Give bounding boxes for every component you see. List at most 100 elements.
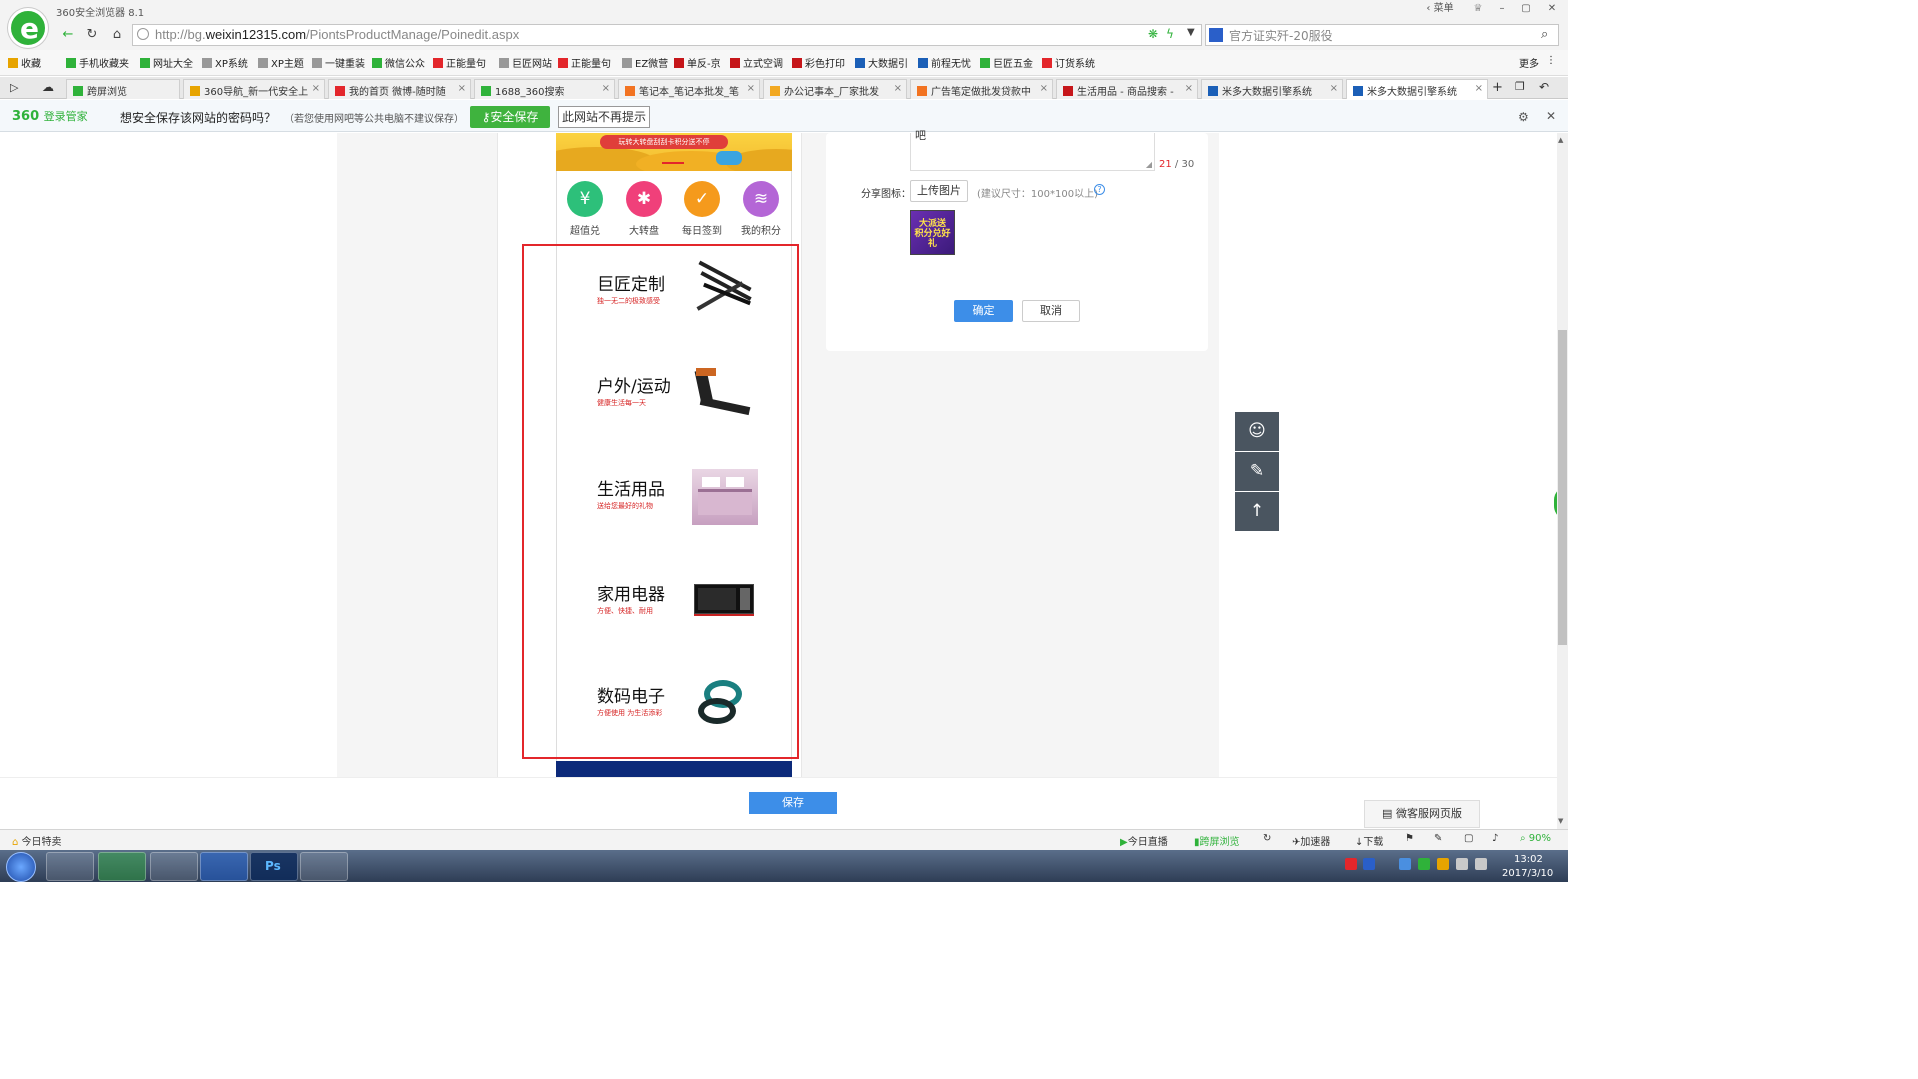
tab-item[interactable]: 我的首页 微博-随时随 × (328, 79, 471, 99)
feedback-button[interactable]: ✎ (1235, 452, 1279, 491)
bookmark-item[interactable]: 立式空调 (730, 55, 783, 70)
taskbar-wps-icon[interactable] (200, 852, 248, 881)
bookmark-item[interactable]: 网址大全 (140, 55, 193, 70)
bookmark-item[interactable]: 微信公众 (372, 55, 425, 70)
bookmark-item[interactable]: XP系统 (202, 55, 248, 70)
tray-help-icon[interactable] (1363, 858, 1375, 870)
category-title[interactable]: 巨匠定制 (597, 270, 665, 295)
status-live[interactable]: ▶今日直播 (1120, 833, 1168, 848)
status-accelerator[interactable]: ✈加速器 (1292, 833, 1330, 848)
weikefu-web-button[interactable]: ▤ 微客服网页版 (1364, 800, 1480, 828)
tray-volume-icon[interactable] (1456, 858, 1468, 870)
status-download[interactable]: ↓下载 (1355, 833, 1383, 848)
bookmarks-more-chevron-icon[interactable]: ⋮ (1546, 55, 1556, 66)
never-prompt-button[interactable]: 此网站不再提示 (558, 106, 650, 128)
bookmark-item[interactable]: 订货系统 (1042, 55, 1095, 70)
taskbar-wechat-icon[interactable] (300, 852, 348, 881)
tab-item[interactable]: 办公记事本_厂家批发 × (763, 79, 907, 99)
speed-mode-icon[interactable]: ϟ (1166, 27, 1174, 41)
cancel-button[interactable]: 取消 (1022, 300, 1080, 322)
settings-gear-icon[interactable]: ⚙ (1518, 110, 1529, 124)
category-title[interactable]: 户外/运动 (597, 372, 671, 397)
tray-360-icon[interactable] (1437, 858, 1449, 870)
security-icon[interactable]: ❋ (1148, 27, 1158, 41)
bookmark-item[interactable]: 彩色打印 (792, 55, 845, 70)
start-button[interactable] (6, 852, 36, 882)
bookmark-item[interactable]: 一键重装 (312, 55, 365, 70)
bookmark-item[interactable]: 收藏 (8, 55, 41, 70)
taskbar-360-icon[interactable] (98, 852, 146, 881)
baidu-icon[interactable] (1209, 28, 1223, 42)
cloud-icon[interactable]: ☁ (42, 80, 54, 94)
sidebar-toggle-icon[interactable]: ▷ (10, 81, 18, 94)
category-image-pens[interactable] (692, 260, 758, 320)
category-image-microwave[interactable] (692, 574, 758, 630)
tab-close-icon[interactable]: × (1475, 83, 1483, 94)
undo-close-icon[interactable]: ↶ (1539, 80, 1549, 94)
upload-image-button[interactable]: 上传图片 (910, 180, 968, 202)
tab-close-icon[interactable]: × (747, 83, 755, 94)
resize-handle-icon[interactable]: ◢ (1146, 160, 1152, 169)
tab-close-icon[interactable]: × (1185, 83, 1193, 94)
customer-service-button[interactable]: ☺ (1235, 412, 1279, 451)
close-window-button[interactable]: ✕ (1540, 0, 1564, 18)
back-to-top-button[interactable]: ↑ (1235, 492, 1279, 531)
tab-item[interactable]: 米多大数据引擎系统 × (1201, 79, 1343, 99)
bookmark-item[interactable]: 大数据引 (855, 55, 908, 70)
category-title[interactable]: 生活用品 (597, 475, 665, 500)
bottom-banner[interactable] (556, 761, 792, 777)
tab-close-icon[interactable]: × (1330, 83, 1338, 94)
category-image-bedding[interactable] (692, 469, 758, 525)
home-icon[interactable]: ⌂ (107, 26, 127, 44)
search-icon[interactable]: ⌕ (1541, 27, 1548, 42)
tab-item[interactable]: 360导航_新一代安全上 × (183, 79, 325, 99)
feature-icon[interactable]: ¥ (567, 181, 603, 217)
status-note-icon[interactable]: ✎ (1434, 833, 1442, 844)
status-sound-icon[interactable]: ♪ (1492, 833, 1498, 844)
new-tab-icon[interactable]: + (1492, 80, 1503, 95)
zoom-level[interactable]: ⌕ 90% (1520, 833, 1551, 844)
bookmark-item[interactable]: 正能量句 (433, 55, 486, 70)
dropdown-chevron-icon[interactable]: ▼ (1187, 27, 1195, 38)
tab-close-icon[interactable]: × (458, 83, 466, 94)
bookmarks-more[interactable]: 更多 (1519, 55, 1539, 70)
taskbar-explorer-icon[interactable] (150, 852, 198, 881)
menu-button[interactable]: ‹ 菜单 (1420, 0, 1460, 18)
status-crossscreen[interactable]: ▮跨屏浏览 (1194, 833, 1240, 848)
category-title[interactable]: 数码电子 (597, 682, 665, 707)
category-image-treadmill[interactable] (692, 366, 758, 422)
secure-save-button[interactable]: ⚷安全保存 (470, 106, 550, 128)
feature-icon[interactable]: ✱ (626, 181, 662, 217)
tray-network-icon[interactable] (1475, 858, 1487, 870)
refresh-icon[interactable]: ↻ (82, 26, 102, 44)
tab-list-icon[interactable]: ❐ (1515, 80, 1525, 93)
tab-item[interactable]: 1688_360搜索 × (474, 79, 615, 99)
taskbar-photoshop-icon[interactable]: Ps (250, 852, 298, 881)
bookmark-item[interactable]: 前程无忧 (918, 55, 971, 70)
tab-item[interactable]: 生活用品 - 商品搜索 - × (1056, 79, 1198, 99)
scroll-up-icon[interactable]: ▲ (1558, 136, 1563, 144)
bookmark-item[interactable]: 巨匠网站 (499, 55, 552, 70)
close-bar-icon[interactable]: ✕ (1546, 109, 1556, 123)
minimize-button[interactable]: – (1490, 0, 1514, 18)
description-textarea[interactable]: 吧 ◢ (910, 129, 1155, 171)
tab-close-icon[interactable]: × (1040, 83, 1048, 94)
status-refresh-icon[interactable]: ↻ (1263, 833, 1271, 844)
bookmark-item[interactable]: XP主题 (258, 55, 304, 70)
today-deals[interactable]: ⌂ 今日特卖 (12, 833, 62, 848)
bookmark-item[interactable]: 巨匠五金 (980, 55, 1033, 70)
bookmark-item[interactable]: 单反-京 (674, 55, 721, 70)
tab-item[interactable]: 米多大数据引擎系统 × (1346, 79, 1488, 99)
tab-item[interactable]: 广告笔定做批发贷款中 × (910, 79, 1053, 99)
tab-close-icon[interactable]: × (312, 83, 320, 94)
back-icon[interactable]: ← (58, 26, 78, 44)
scrollbar-thumb[interactable] (1558, 330, 1567, 645)
tab-close-icon[interactable]: × (602, 83, 610, 94)
category-title[interactable]: 家用电器 (597, 580, 665, 605)
status-flag-icon[interactable]: ⚑ (1405, 833, 1414, 844)
bookmark-item[interactable]: EZ微营 (622, 55, 668, 70)
maximize-button[interactable]: ▢ (1514, 0, 1538, 18)
save-button[interactable]: 保存 (749, 792, 837, 814)
tab-item[interactable]: 跨屏浏览 (66, 79, 180, 99)
skin-icon[interactable]: ♕ (1466, 0, 1490, 18)
